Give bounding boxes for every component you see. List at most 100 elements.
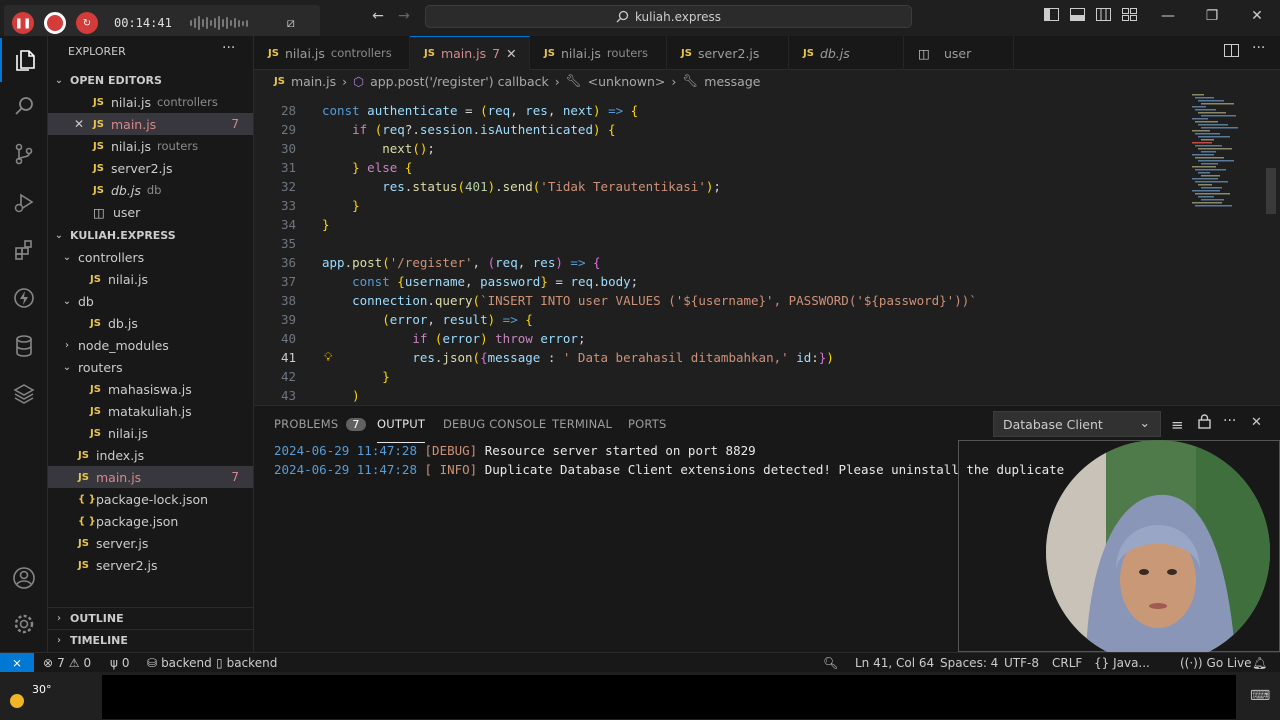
open-editor-item[interactable]: ✕ JS main.js 7 xyxy=(48,113,253,135)
file-item[interactable]: JS matakuliah.js xyxy=(48,400,253,422)
code-line[interactable]: 35 xyxy=(254,234,1264,253)
remote-window-button[interactable]: ⨯ xyxy=(0,653,34,673)
code-line[interactable]: 38 connection.query(`INSERT INTO user VA… xyxy=(254,291,1264,310)
code-line[interactable]: 28 const authenticate = (req, res, next) … xyxy=(254,101,1264,120)
account-icon[interactable] xyxy=(0,556,48,600)
explorer-files-icon[interactable] xyxy=(0,38,48,82)
end-of-line[interactable]: CRLF xyxy=(1052,653,1082,673)
file-item[interactable]: JS db.js xyxy=(48,312,253,334)
code-line[interactable]: 43 ) xyxy=(254,386,1264,405)
close-panel-icon[interactable]: ✕ xyxy=(1251,415,1262,430)
editor-tab[interactable]: JS nilai.js routers xyxy=(530,36,667,70)
folder-item[interactable]: ⌄ controllers xyxy=(48,246,253,268)
folder-item[interactable]: › node_modules xyxy=(48,334,253,356)
file-item[interactable]: JS nilai.js xyxy=(48,422,253,444)
code-line[interactable]: 29 if (req?.session.isAuthenticated) { xyxy=(254,120,1264,139)
editor-tab[interactable]: JS db.js xyxy=(789,36,904,70)
code-line[interactable]: 32 res.status(401).send('Tidak Terautent… xyxy=(254,177,1264,196)
minimize-window-icon[interactable]: — xyxy=(1160,8,1176,24)
folder-item[interactable]: ⌄ routers xyxy=(48,356,253,378)
code-line[interactable]: 39 (error, result) => { xyxy=(254,310,1264,329)
open-editor-item[interactable]: ◫ user xyxy=(48,201,253,223)
run-debug-icon[interactable] xyxy=(0,180,48,224)
close-window-icon[interactable]: ✕ xyxy=(1249,8,1265,24)
database-icon[interactable] xyxy=(0,324,48,368)
minimap[interactable] xyxy=(1190,92,1266,405)
editor-scrollbar[interactable] xyxy=(1266,168,1276,214)
project-section-header[interactable]: ⌄ KULIAH.EXPRESS xyxy=(48,224,253,246)
hide-recorder-icon[interactable]: ⧄ xyxy=(280,12,302,34)
editor-more-actions-icon[interactable]: ··· xyxy=(1252,40,1265,56)
split-editor-icon[interactable] xyxy=(1224,44,1239,61)
restart-recording-button[interactable]: ↻ xyxy=(76,12,98,34)
db-status-2[interactable]: ▯ backend xyxy=(216,653,277,673)
panel-tab-output[interactable]: OUTPUT xyxy=(377,405,426,443)
breadcrumb-file[interactable]: main.js xyxy=(291,74,336,89)
outline-section-header[interactable]: › OUTLINE xyxy=(48,607,253,629)
code-line[interactable]: 40 if (error) throw error; xyxy=(254,329,1264,348)
lock-icon[interactable] xyxy=(1198,414,1211,433)
open-editors-section-header[interactable]: ⌄ OPEN EDITORS xyxy=(48,69,253,91)
code-line[interactable]: 42 } xyxy=(254,367,1264,386)
go-live-button[interactable]: ((·)) Go Live xyxy=(1180,653,1252,673)
thunder-client-icon[interactable] xyxy=(0,276,48,320)
cursor-position[interactable]: Ln 41, Col 64 xyxy=(855,653,934,673)
close-icon[interactable]: ✕ xyxy=(74,117,84,131)
open-editor-item[interactable]: JS server2.js xyxy=(48,157,253,179)
file-item[interactable]: JS index.js xyxy=(48,444,253,466)
output-channel-select[interactable]: Database Client ⌄ xyxy=(993,411,1161,437)
breadcrumb-symbol[interactable]: message xyxy=(704,74,760,89)
editor-tab[interactable]: JS nilai.js controllers xyxy=(254,36,410,70)
back-arrow-icon[interactable]: ← xyxy=(370,8,386,24)
forward-arrow-icon[interactable]: → xyxy=(396,8,412,24)
command-center-search[interactable]: kuliah.express xyxy=(425,5,912,28)
clear-output-icon[interactable]: ≡ xyxy=(1171,416,1184,434)
toggle-panel-icon[interactable] xyxy=(1069,8,1085,24)
db-connection-status[interactable]: ⛁ backend xyxy=(147,653,212,673)
breadcrumb-symbol[interactable]: app.post('/register') callback xyxy=(370,74,549,89)
code-line[interactable]: 41 res.json({message : ' Data berahasil … xyxy=(254,348,1264,367)
close-tab-icon[interactable]: ✕ xyxy=(506,46,516,61)
breadcrumb-symbol[interactable]: <unknown> xyxy=(588,74,666,89)
problems-status[interactable]: ⊗ 7 ⚠ 0 xyxy=(43,653,91,673)
code-line[interactable]: 34} xyxy=(254,215,1264,234)
stop-recording-button[interactable] xyxy=(44,12,66,34)
timeline-section-header[interactable]: › TIMELINE xyxy=(48,629,253,651)
ports-status[interactable]: ψ0 xyxy=(110,653,130,673)
code-editor[interactable]: 28 const authenticate = (req, res, next) … xyxy=(254,92,1280,405)
panel-tab-debug-console[interactable]: DEBUG CONSOLE xyxy=(443,405,546,443)
file-item[interactable]: { } package-lock.json xyxy=(48,488,253,510)
extensions-icon[interactable] xyxy=(0,228,48,272)
toggle-secondary-sidebar-icon[interactable] xyxy=(1095,8,1111,24)
code-line[interactable]: 36 app.post('/register', (req, res) => { xyxy=(254,253,1264,272)
file-item[interactable]: JS server2.js xyxy=(48,554,253,576)
open-editor-item[interactable]: JS nilai.js controllers xyxy=(48,91,253,113)
panel-tab-ports[interactable]: PORTS xyxy=(628,405,666,443)
pause-recording-button[interactable]: ❚❚ xyxy=(12,12,34,34)
system-tray-icon[interactable]: ⌨ xyxy=(1250,688,1270,704)
panel-more-actions-icon[interactable]: ··· xyxy=(1223,413,1236,429)
file-item[interactable]: JS nilai.js xyxy=(48,268,253,290)
toggle-sidebar-icon[interactable] xyxy=(1043,8,1059,24)
file-item[interactable]: JS server.js xyxy=(48,532,253,554)
search-icon[interactable] xyxy=(0,84,48,128)
code-line[interactable]: 30 next(); xyxy=(254,139,1264,158)
code-line[interactable]: 31 } else { xyxy=(254,158,1264,177)
indentation[interactable]: Spaces: 4 xyxy=(940,653,998,673)
file-item[interactable]: JS mahasiswa.js xyxy=(48,378,253,400)
code-line[interactable]: 33 } xyxy=(254,196,1264,215)
editor-tab[interactable]: JS server2.js xyxy=(667,36,789,70)
folder-item[interactable]: ⌄ db xyxy=(48,290,253,312)
file-item[interactable]: { } package.json xyxy=(48,510,253,532)
open-editor-item[interactable]: JS nilai.js routers xyxy=(48,135,253,157)
editor-tab[interactable]: JS main.js 7 ✕ xyxy=(410,36,530,70)
editor-tab[interactable]: ◫ user xyxy=(904,36,1014,70)
customize-layout-icon[interactable] xyxy=(1121,8,1137,24)
panel-tab-problems[interactable]: PROBLEMS 7 xyxy=(274,405,366,443)
lightbulb-icon[interactable]: 💡︎ xyxy=(324,348,332,367)
file-item[interactable]: JS main.js 7 xyxy=(48,466,253,488)
zoom-icon[interactable]: 🔍︎ xyxy=(823,653,838,673)
code-line[interactable]: 37 const {username, password} = req.body… xyxy=(254,272,1264,291)
language-mode[interactable]: {} Java... xyxy=(1094,653,1150,673)
weather-widget[interactable]: 30° xyxy=(8,682,52,712)
